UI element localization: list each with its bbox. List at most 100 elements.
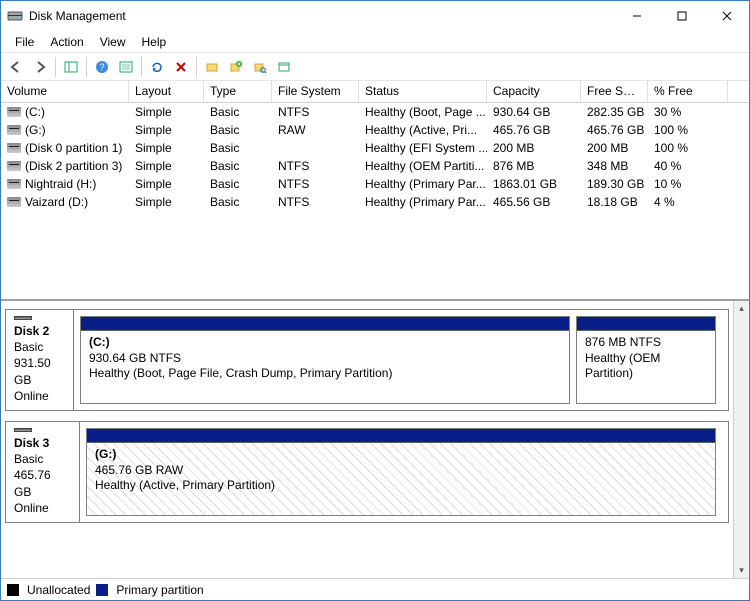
volume-name: Vaizard (D:) <box>25 195 88 209</box>
scrollbar-vertical[interactable]: ▴ ▾ <box>733 301 749 578</box>
col-filesystem[interactable]: File System <box>272 81 359 102</box>
window-disk-management: Disk Management File Action View Help ? <box>0 0 750 601</box>
disk-row[interactable]: Disk 2Basic931.50 GBOnline(C:)930.64 GB … <box>5 309 729 411</box>
col-layout[interactable]: Layout <box>129 81 204 102</box>
disk-name: Disk 3 <box>14 435 71 451</box>
col-type[interactable]: Type <box>204 81 272 102</box>
minimize-button[interactable] <box>614 1 659 31</box>
partition-bar <box>577 317 715 331</box>
scroll-down-icon[interactable]: ▾ <box>734 565 749 576</box>
partition-status: Healthy (Active, Primary Partition) <box>95 478 707 494</box>
volume-pct-free: 100 % <box>648 121 728 139</box>
volume-filesystem <box>272 139 359 157</box>
title-bar[interactable]: Disk Management <box>1 1 749 31</box>
partition[interactable]: (G:)465.76 GB RAWHealthy (Active, Primar… <box>86 428 716 516</box>
properties-button[interactable] <box>273 56 295 78</box>
col-free[interactable]: Free Spa... <box>581 81 648 102</box>
partition-body: (G:)465.76 GB RAWHealthy (Active, Primar… <box>87 443 715 515</box>
volume-name: Nightraid (H:) <box>25 177 96 191</box>
volume-pct-free: 100 % <box>648 139 728 157</box>
scroll-up-icon[interactable]: ▴ <box>734 303 749 314</box>
close-button[interactable] <box>704 1 749 31</box>
volume-layout: Simple <box>129 139 204 157</box>
col-capacity[interactable]: Capacity <box>487 81 581 102</box>
toolbar-separator <box>141 57 142 77</box>
new-button[interactable] <box>225 56 247 78</box>
partition-body: 876 MB NTFSHealthy (OEM Partition) <box>577 331 715 403</box>
back-button[interactable] <box>5 56 27 78</box>
disk-row[interactable]: Disk 3Basic465.76 GBOnline(G:)465.76 GB … <box>5 421 729 523</box>
toolbar-separator <box>86 57 87 77</box>
disk-header[interactable]: Disk 2Basic931.50 GBOnline <box>6 310 74 410</box>
menu-help[interactable]: Help <box>134 33 175 51</box>
volume-capacity: 876 MB <box>487 157 581 175</box>
volume-type: Basic <box>204 193 272 211</box>
volume-pct-free: 4 % <box>648 193 728 211</box>
volume-row[interactable]: (G:)SimpleBasicRAWHealthy (Active, Pri..… <box>1 121 749 139</box>
toolbar-separator <box>196 57 197 77</box>
legend-swatch-unallocated <box>7 584 19 596</box>
volume-list-pane: Volume Layout Type File System Status Ca… <box>1 81 749 301</box>
graphical-pane: Disk 2Basic931.50 GBOnline(C:)930.64 GB … <box>1 301 749 578</box>
col-pct-free[interactable]: % Free <box>648 81 728 102</box>
volume-status: Healthy (Primary Par... <box>359 193 487 211</box>
settings-button[interactable] <box>115 56 137 78</box>
partition[interactable]: (C:)930.64 GB NTFSHealthy (Boot, Page Fi… <box>80 316 570 404</box>
refresh-button[interactable] <box>146 56 168 78</box>
volume-free: 282.35 GB <box>581 103 648 121</box>
volume-filesystem: NTFS <box>272 193 359 211</box>
volume-status: Healthy (EFI System ... <box>359 139 487 157</box>
column-headers: Volume Layout Type File System Status Ca… <box>1 81 749 103</box>
forward-button[interactable] <box>29 56 51 78</box>
disk-icon <box>14 316 32 320</box>
menu-view[interactable]: View <box>92 33 134 51</box>
find-button[interactable] <box>249 56 271 78</box>
volume-list[interactable]: (C:)SimpleBasicNTFSHealthy (Boot, Page .… <box>1 103 749 211</box>
volume-layout: Simple <box>129 157 204 175</box>
maximize-button[interactable] <box>659 1 704 31</box>
col-status[interactable]: Status <box>359 81 487 102</box>
delete-button[interactable] <box>170 56 192 78</box>
volume-row[interactable]: Vaizard (D:) SimpleBasicNTFSHealthy (Prim… <box>1 193 749 211</box>
menu-action[interactable]: Action <box>42 33 91 51</box>
disk-header[interactable]: Disk 3Basic465.76 GBOnline <box>6 422 80 522</box>
disk-layout: Disk 2Basic931.50 GBOnline(C:)930.64 GB … <box>1 301 733 578</box>
menu-file[interactable]: File <box>7 33 42 51</box>
partition-bar <box>81 317 569 331</box>
volume-status: Healthy (OEM Partiti... <box>359 157 487 175</box>
toolbar: ? <box>1 53 749 81</box>
partition-bar <box>87 429 715 443</box>
volume-type: Basic <box>204 121 272 139</box>
volume-free: 200 MB <box>581 139 648 157</box>
volume-type: Basic <box>204 139 272 157</box>
partition[interactable]: 876 MB NTFSHealthy (OEM Partition) <box>576 316 716 404</box>
disk-state: Online <box>14 388 65 404</box>
volume-free: 18.18 GB <box>581 193 648 211</box>
col-volume[interactable]: Volume <box>1 81 129 102</box>
volume-free: 465.76 GB <box>581 121 648 139</box>
disk-type: Basic <box>14 339 65 355</box>
volume-layout: Simple <box>129 193 204 211</box>
volume-layout: Simple <box>129 175 204 193</box>
drive-icon <box>7 143 21 153</box>
volume-row[interactable]: (Disk 2 partition 3)SimpleBasicNTFSHealt… <box>1 157 749 175</box>
volume-layout: Simple <box>129 103 204 121</box>
volume-row[interactable]: Nightraid (H:)SimpleBasicNTFSHealthy (Pr… <box>1 175 749 193</box>
volume-layout: Simple <box>129 121 204 139</box>
volume-row[interactable]: (C:)SimpleBasicNTFSHealthy (Boot, Page .… <box>1 103 749 121</box>
volume-row[interactable]: (Disk 0 partition 1)SimpleBasicHealthy (… <box>1 139 749 157</box>
volume-capacity: 1863.01 GB <box>487 175 581 193</box>
menu-bar: File Action View Help <box>1 31 749 53</box>
partition-volume: (G:) <box>95 447 707 463</box>
rescan-button[interactable] <box>201 56 223 78</box>
volume-filesystem: NTFS <box>272 157 359 175</box>
disk-type: Basic <box>14 451 71 467</box>
help-button[interactable]: ? <box>91 56 113 78</box>
show-hide-button[interactable] <box>60 56 82 78</box>
app-icon <box>7 8 23 24</box>
volume-filesystem: NTFS <box>272 175 359 193</box>
volume-pct-free: 30 % <box>648 103 728 121</box>
partition-status: Healthy (Boot, Page File, Crash Dump, Pr… <box>89 366 561 382</box>
volume-type: Basic <box>204 175 272 193</box>
drive-icon <box>7 125 21 135</box>
